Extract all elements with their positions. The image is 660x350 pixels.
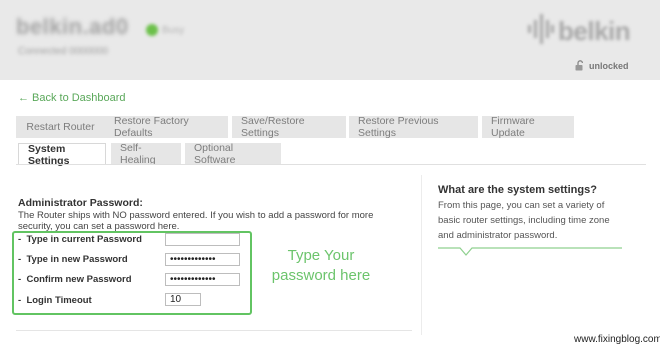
section-bottom-divider xyxy=(16,330,412,331)
arrow-left-icon: ← xyxy=(18,92,29,104)
tab-divider xyxy=(16,164,646,165)
help-divider-pointer-icon xyxy=(438,247,622,256)
current-password-input[interactable] xyxy=(165,233,240,246)
confirm-password-label: - Confirm new Password xyxy=(18,274,132,285)
admin-password-description: The Router ships with NO password entere… xyxy=(18,210,374,232)
help-text: From this page, you can set a variety of… xyxy=(438,200,610,241)
connection-subtitle: Connected 0000000 xyxy=(18,46,109,57)
router-name: belkin.ad0 xyxy=(16,14,129,39)
tab-optional-software[interactable]: Optional Software xyxy=(185,142,281,166)
login-timeout-label: - Login Timeout xyxy=(18,295,92,306)
login-timeout-input[interactable] xyxy=(165,293,201,306)
tab-firmware-update[interactable]: Firmware Update xyxy=(482,115,574,139)
tab-save-restore-settings[interactable]: Save/Restore Settings xyxy=(232,115,346,139)
new-password-input[interactable] xyxy=(165,253,240,266)
confirm-password-input[interactable] xyxy=(165,273,240,286)
annotation-type-password: Type Your password here xyxy=(271,247,371,284)
status-text: Busy xyxy=(162,25,185,36)
tab-restore-previous-settings[interactable]: Restore Previous Settings xyxy=(349,115,478,139)
status-indicator-icon xyxy=(146,24,158,36)
tab-system-settings[interactable]: System Settings xyxy=(18,143,106,167)
belkin-logo-text: belkin xyxy=(558,16,631,46)
tab-restore-factory-defaults[interactable]: Restore Factory Defaults xyxy=(105,115,228,139)
back-to-dashboard-link[interactable]: ← Back to Dashboard xyxy=(18,92,126,104)
belkin-logo: belkin xyxy=(528,10,638,50)
tab-restart-router[interactable]: Restart Router xyxy=(16,116,105,138)
unlock-icon xyxy=(575,60,584,71)
back-link-label: Back to Dashboard xyxy=(32,92,126,104)
watermark: www.fixingblog.com xyxy=(574,334,660,345)
new-password-label: - Type in new Password xyxy=(18,254,128,265)
lock-label: unlocked xyxy=(589,60,629,71)
tab-self-healing[interactable]: Self-Healing xyxy=(111,142,181,166)
current-password-label: - Type in current Password xyxy=(18,234,142,245)
lock-status[interactable]: unlocked xyxy=(575,60,629,71)
admin-password-title: Administrator Password: xyxy=(18,197,143,209)
belkin-logo-mark-icon xyxy=(528,14,554,44)
header-bar: belkin.ad0 Busy Connected 0000000 belkin… xyxy=(0,0,660,80)
help-title: What are the system settings? xyxy=(438,184,597,196)
panel-separator xyxy=(421,175,422,335)
